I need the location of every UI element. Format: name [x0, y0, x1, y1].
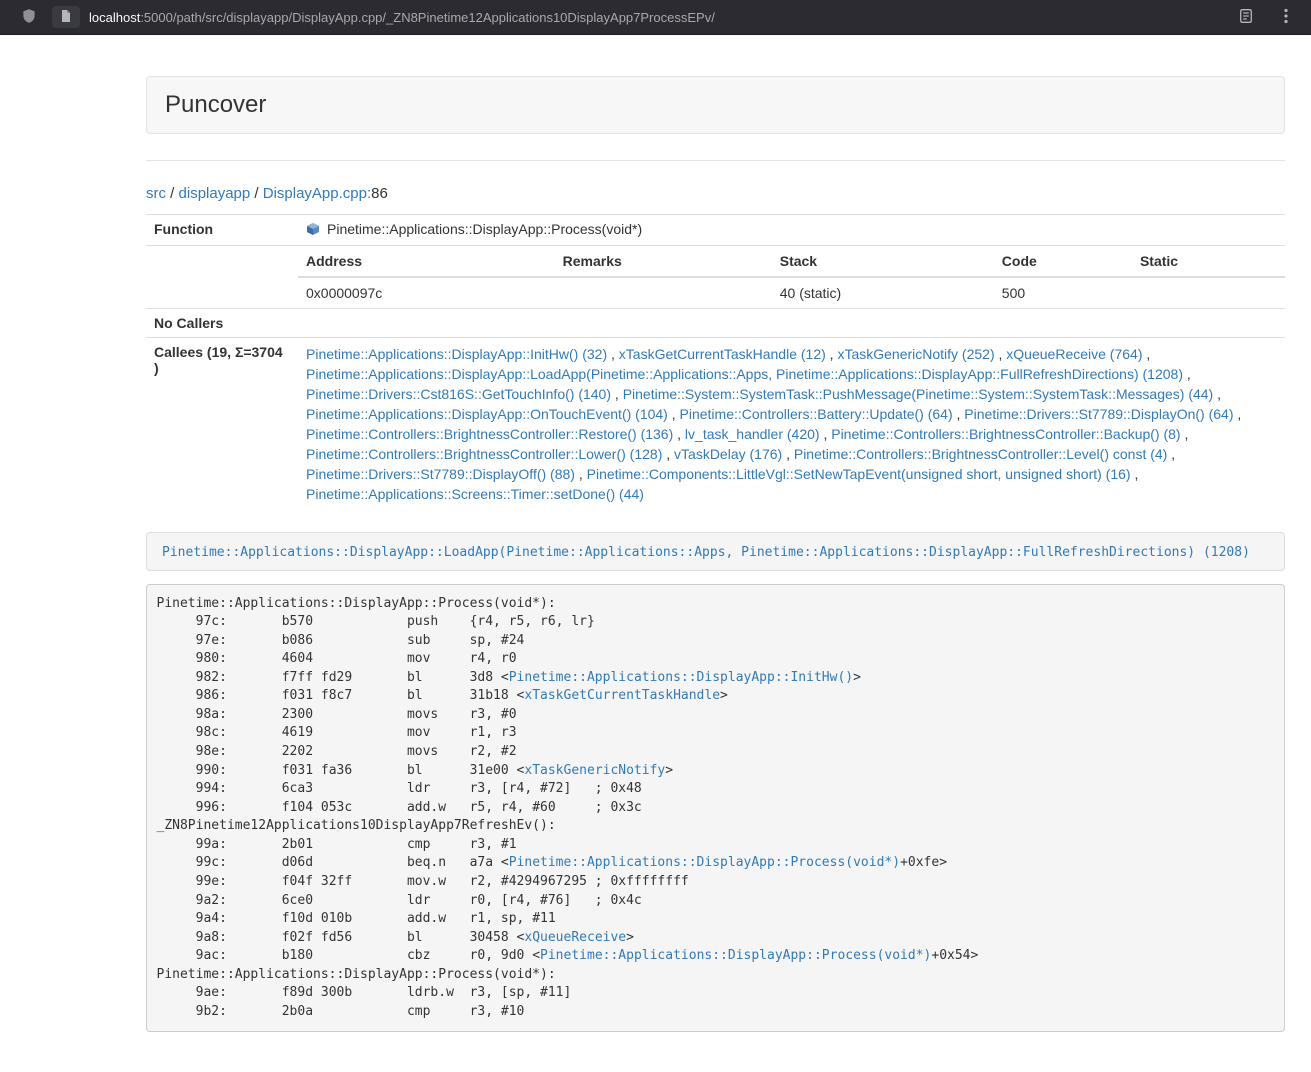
callee-link[interactable]: Pinetime::Applications::Screens::Timer::… [306, 486, 644, 502]
code-symbol-link[interactable]: Pinetime::Applications::DisplayApp::Proc… [540, 948, 931, 963]
detail-row-spacer [146, 246, 298, 309]
callee-link[interactable]: Pinetime::Controllers::BrightnessControl… [831, 426, 1180, 442]
callee-separator: , [782, 446, 794, 462]
function-row-label: Function [146, 215, 298, 246]
callee-separator: , [611, 386, 623, 402]
breadcrumb-separator: / [250, 185, 263, 202]
no-callers-label: No Callers [146, 309, 298, 338]
code-symbol-link[interactable]: Pinetime::Applications::DisplayApp::Init… [509, 670, 853, 685]
callee-link[interactable]: Pinetime::Applications::DisplayApp::OnTo… [306, 406, 668, 422]
detail-value [1132, 277, 1285, 308]
reader-mode-icon [1238, 8, 1254, 27]
callee-link[interactable]: xTaskGetCurrentTaskHandle (12) [619, 346, 826, 362]
breadcrumb-link[interactable]: src [146, 185, 166, 202]
column-header: Code [994, 246, 1132, 277]
breadcrumb-separator: / [166, 185, 179, 202]
code-symbol-link[interactable]: xTaskGetCurrentTaskHandle [524, 688, 720, 703]
callee-separator: , [1167, 446, 1175, 462]
callee-link[interactable]: Pinetime::Applications::DisplayApp::Load… [306, 366, 1183, 382]
panel-heading: Pinetime::Applications::DisplayApp::Load… [147, 533, 1284, 570]
callee-separator: , [826, 346, 838, 362]
callees-label: Callees (19, Σ=3704 ) [146, 338, 298, 511]
no-callers-row: No Callers [146, 309, 1285, 338]
function-row: Function Pinetime::Applications::Display… [146, 215, 1285, 246]
page-content: Puncover src / displayapp / DisplayApp.c… [146, 76, 1285, 1032]
callee-separator: , [1181, 426, 1189, 442]
page-actions-menu-button[interactable] [1273, 4, 1299, 30]
breadcrumb-link[interactable]: displayapp [179, 185, 251, 202]
callee-link[interactable]: Pinetime::Applications::DisplayApp::Init… [306, 346, 607, 362]
reader-mode-button[interactable] [1233, 4, 1259, 30]
callee-separator: , [1183, 366, 1191, 382]
callee-separator: , [1213, 386, 1221, 402]
shield-icon [21, 8, 37, 27]
code-symbol-link[interactable]: xQueueReceive [524, 930, 626, 945]
callee-separator: , [607, 346, 619, 362]
breadcrumb-separator: 86 [371, 185, 388, 202]
callee-separator: , [995, 346, 1007, 362]
callee-link[interactable]: xQueueReceive (764) [1006, 346, 1142, 362]
no-callers-cell [298, 309, 1285, 338]
app-title: Puncover [165, 91, 1266, 119]
browser-chrome: localhost:5000/path/src/displayapp/Displ… [0, 0, 1311, 35]
callee-separator: , [1131, 466, 1139, 482]
detail-value [555, 277, 772, 308]
callee-separator: , [1142, 346, 1150, 362]
panel-symbol-link[interactable]: Pinetime::Applications::DisplayApp::Load… [162, 545, 1250, 560]
callee-link[interactable]: lv_task_handler (420) [685, 426, 820, 442]
column-header: Remarks [555, 246, 772, 277]
callee-separator: , [673, 426, 685, 442]
callee-separator: , [668, 406, 680, 422]
tracking-shield-button[interactable] [16, 4, 42, 30]
callee-separator: , [820, 426, 832, 442]
detail-value: 500 [994, 277, 1132, 308]
kebab-menu-icon [1284, 8, 1288, 27]
detail-value: 40 (static) [772, 277, 994, 308]
callee-link[interactable]: Pinetime::Drivers::Cst816S::GetTouchInfo… [306, 386, 611, 402]
site-identity-button[interactable] [52, 6, 80, 28]
page-icon [59, 9, 73, 26]
app-header-panel: Puncover [146, 76, 1285, 134]
url-host: localhost [89, 10, 140, 25]
callee-separator: , [1234, 406, 1242, 422]
code-symbol-link[interactable]: Pinetime::Applications::DisplayApp::Proc… [509, 855, 900, 870]
callee-link[interactable]: Pinetime::Drivers::St7789::DisplayOff() … [306, 466, 575, 482]
callee-detail-panel: Pinetime::Applications::DisplayApp::Load… [146, 532, 1285, 571]
disassembly: Pinetime::Applications::DisplayApp::Proc… [146, 584, 1285, 1032]
divider [146, 160, 1285, 161]
callee-link[interactable]: vTaskDelay (176) [674, 446, 782, 462]
breadcrumb: src / displayapp / DisplayApp.cpp:86 [146, 185, 1285, 202]
callee-link[interactable]: Pinetime::Controllers::BrightnessControl… [306, 426, 673, 442]
callee-separator: , [662, 446, 674, 462]
callee-separator: , [953, 406, 965, 422]
browser-actions [1233, 4, 1299, 30]
detail-header-row: AddressRemarksStackCodeStatic [298, 246, 1285, 277]
callee-link[interactable]: Pinetime::Controllers::Battery::Update()… [680, 406, 953, 422]
column-header: Stack [772, 246, 994, 277]
callees-cell: Pinetime::Applications::DisplayApp::Init… [298, 338, 1285, 511]
column-header: Static [1132, 246, 1285, 277]
detail-value: 0x0000097c [298, 277, 555, 308]
callee-link[interactable]: xTaskGenericNotify (252) [837, 346, 994, 362]
detail-value-row: 0x0000097c 40 (static)500 [298, 277, 1285, 308]
symbol-info-table: Function Pinetime::Applications::Display… [146, 214, 1285, 510]
callees-row: Callees (19, Σ=3704 ) Pinetime::Applicat… [146, 338, 1285, 511]
column-header: Address [298, 246, 555, 277]
detail-cell: AddressRemarksStackCodeStatic 0x0000097c… [298, 246, 1285, 309]
url-path: :5000/path/src/displayapp/DisplayApp.cpp… [140, 10, 715, 25]
code-symbol-link[interactable]: xTaskGenericNotify [524, 763, 665, 778]
function-name: Pinetime::Applications::DisplayApp::Proc… [327, 221, 642, 237]
callee-link[interactable]: Pinetime::System::SystemTask::PushMessag… [623, 386, 1214, 402]
callee-separator: , [575, 466, 587, 482]
url-bar[interactable]: localhost:5000/path/src/displayapp/Displ… [89, 10, 1221, 25]
breadcrumb-link[interactable]: DisplayApp.cpp: [263, 185, 371, 202]
callee-link[interactable]: Pinetime::Controllers::BrightnessControl… [794, 446, 1167, 462]
function-name-cell: Pinetime::Applications::DisplayApp::Proc… [298, 215, 1285, 246]
symbol-icon [306, 222, 320, 239]
callee-link[interactable]: Pinetime::Controllers::BrightnessControl… [306, 446, 662, 462]
callee-link[interactable]: Pinetime::Components::LittleVgl::SetNewT… [587, 466, 1131, 482]
detail-row: AddressRemarksStackCodeStatic 0x0000097c… [146, 246, 1285, 309]
callee-link[interactable]: Pinetime::Drivers::St7789::DisplayOn() (… [964, 406, 1233, 422]
symbol-detail-table: AddressRemarksStackCodeStatic 0x0000097c… [298, 246, 1285, 308]
